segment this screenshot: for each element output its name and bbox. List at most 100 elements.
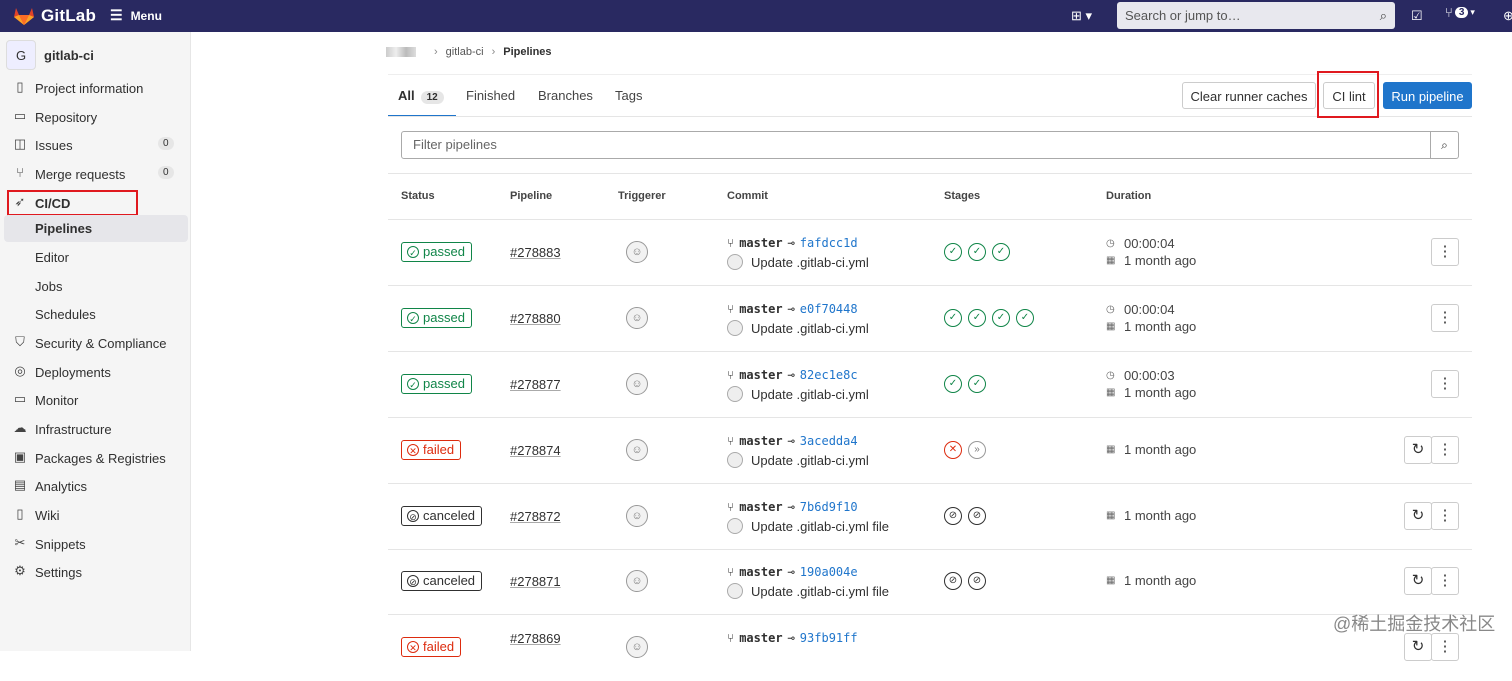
stage-success-icon[interactable]: ✓ [1016, 309, 1034, 327]
retry-button[interactable]: ↻ [1404, 502, 1432, 530]
branch-name[interactable]: master [739, 565, 782, 579]
branch-name[interactable]: master [739, 368, 782, 382]
sidebar-item-monitor[interactable]: ▭ Monitor [0, 386, 190, 414]
triggerer-avatar[interactable]: ☺ [626, 241, 648, 263]
sidebar-subitem-pipelines[interactable]: Pipelines [35, 221, 92, 236]
triggerer-avatar[interactable]: ☺ [626, 307, 648, 329]
commit-sha-link[interactable]: fafdcc1d [800, 236, 858, 250]
triggerer-avatar[interactable]: ☺ [626, 439, 648, 461]
more-actions-button[interactable]: ⋮ [1431, 502, 1459, 530]
commit-sha-link[interactable]: 3acedda4 [800, 434, 858, 448]
retry-button[interactable]: ↻ [1404, 567, 1432, 595]
stage-success-icon[interactable]: ✓ [992, 243, 1010, 261]
more-actions-button[interactable]: ⋮ [1431, 238, 1459, 266]
stage-canceled-icon[interactable]: ⊘ [968, 572, 986, 590]
retry-button[interactable]: ↻ [1404, 633, 1432, 661]
pipeline-id-link[interactable]: #278880 [510, 311, 561, 326]
commit-sha-link[interactable]: 93fb91ff [800, 631, 858, 645]
help-icon[interactable]: ⊕ [1503, 8, 1512, 24]
sidebar-item-security[interactable]: ⛉ Security & Compliance [0, 329, 190, 357]
stage-success-icon[interactable]: ✓ [992, 309, 1010, 327]
branch-name[interactable]: master [739, 236, 782, 250]
sidebar-item-merge-requests[interactable]: ⑂ Merge requests 0 [0, 160, 190, 188]
pipeline-id-link[interactable]: #278883 [510, 245, 561, 260]
retry-button[interactable]: ↻ [1404, 436, 1432, 464]
sidebar-subitem-schedules[interactable]: Schedules [35, 307, 96, 322]
stage-canceled-icon[interactable]: ⊘ [968, 507, 986, 525]
sidebar-item-deployments[interactable]: ◎ Deployments [0, 358, 190, 386]
status-badge[interactable]: ✓ passed [401, 374, 472, 394]
sidebar-item-wiki[interactable]: ▯ Wiki [0, 501, 190, 529]
stage-success-icon[interactable]: ✓ [944, 309, 962, 327]
merge-requests-menu[interactable]: ⑂ 3 ▾ [1445, 5, 1475, 20]
clear-runner-caches-button[interactable]: Clear runner caches [1182, 82, 1316, 109]
commit-title-link[interactable]: Update .gitlab-ci.yml [751, 387, 869, 402]
commit-sha-link[interactable]: 82ec1e8c [800, 368, 858, 382]
breadcrumb-current[interactable]: Pipelines [503, 46, 551, 58]
new-item-icon[interactable]: ⊞ ▾ [1071, 8, 1092, 24]
sidebar-item-analytics[interactable]: ▤ Analytics [0, 472, 190, 500]
commit-sha-link[interactable]: 190a004e [800, 565, 858, 579]
status-badge[interactable]: ✕ failed [401, 637, 462, 657]
todo-icon[interactable]: ☑ [1411, 8, 1423, 24]
branch-name[interactable]: master [739, 302, 782, 316]
commit-title-link[interactable]: Update .gitlab-ci.yml file [751, 519, 889, 534]
stage-success-icon[interactable]: ✓ [968, 309, 986, 327]
sidebar-subitem-jobs[interactable]: Jobs [35, 279, 62, 294]
status-badge[interactable]: ✕ failed [401, 440, 462, 460]
commit-title-link[interactable]: Update .gitlab-ci.yml [751, 453, 869, 468]
tab-branches[interactable]: Branches [538, 88, 593, 103]
sidebar-item-infrastructure[interactable]: ☁ Infrastructure [0, 415, 190, 443]
run-pipeline-button[interactable]: Run pipeline [1383, 82, 1472, 109]
sidebar-item-repository[interactable]: ▭ Repository [0, 103, 190, 131]
commit-title-link[interactable]: Update .gitlab-ci.yml file [751, 584, 889, 599]
filter-pipelines-input[interactable]: Filter pipelines [401, 131, 1431, 159]
branch-name[interactable]: master [739, 631, 782, 645]
commit-sha-link[interactable]: 7b6d9f10 [800, 500, 858, 514]
triggerer-avatar[interactable]: ☺ [626, 636, 648, 658]
pipeline-id-link[interactable]: #278872 [510, 509, 561, 524]
menu-button[interactable]: ☰ Menu [110, 7, 162, 24]
pipeline-id-link[interactable]: #278869 [510, 631, 561, 646]
stage-canceled-icon[interactable]: ⊘ [944, 572, 962, 590]
stage-success-icon[interactable]: ✓ [944, 243, 962, 261]
gitlab-logo[interactable]: GitLab [13, 6, 96, 26]
stage-failed-icon[interactable]: ✕ [944, 441, 962, 459]
stage-skipped-icon[interactable]: » [968, 441, 986, 459]
sidebar-item-settings[interactable]: ⚙ Settings [0, 558, 190, 586]
more-actions-button[interactable]: ⋮ [1431, 370, 1459, 398]
branch-name[interactable]: master [739, 434, 782, 448]
stage-success-icon[interactable]: ✓ [968, 243, 986, 261]
search-input[interactable]: Search or jump to… ⌕ [1117, 2, 1395, 29]
commit-title-link[interactable]: Update .gitlab-ci.yml [751, 321, 869, 336]
filter-search-button[interactable]: ⌕ [1430, 131, 1459, 159]
triggerer-avatar[interactable]: ☺ [626, 505, 648, 527]
sidebar-item-project-information[interactable]: ▯ Project information [0, 74, 190, 102]
more-actions-button[interactable]: ⋮ [1431, 633, 1459, 661]
more-actions-button[interactable]: ⋮ [1431, 304, 1459, 332]
triggerer-avatar[interactable]: ☺ [626, 570, 648, 592]
project-header[interactable]: G gitlab-ci [6, 40, 94, 70]
pipeline-id-link[interactable]: #278871 [510, 574, 561, 589]
sidebar-subitem-editor[interactable]: Editor [35, 250, 69, 265]
sidebar-item-issues[interactable]: ◫ Issues 0 [0, 131, 190, 159]
tab-finished[interactable]: Finished [466, 88, 515, 103]
more-actions-button[interactable]: ⋮ [1431, 436, 1459, 464]
tab-all[interactable]: All 12 [398, 88, 444, 104]
tab-tags[interactable]: Tags [615, 88, 642, 103]
stage-canceled-icon[interactable]: ⊘ [944, 507, 962, 525]
pipeline-id-link[interactable]: #278874 [510, 443, 561, 458]
sidebar-item-packages[interactable]: ▣ Packages & Registries [0, 444, 190, 472]
stage-success-icon[interactable]: ✓ [944, 375, 962, 393]
sidebar-item-snippets[interactable]: ✂ Snippets [0, 530, 190, 558]
status-badge[interactable]: ⊘ canceled [401, 506, 483, 526]
commit-sha-link[interactable]: e0f70448 [800, 302, 858, 316]
branch-name[interactable]: master [739, 500, 782, 514]
status-badge[interactable]: ⊘ canceled [401, 571, 483, 591]
status-badge[interactable]: ✓ passed [401, 242, 472, 262]
pipeline-id-link[interactable]: #278877 [510, 377, 561, 392]
stage-success-icon[interactable]: ✓ [968, 375, 986, 393]
breadcrumb-project[interactable]: gitlab-ci [446, 46, 484, 58]
status-badge[interactable]: ✓ passed [401, 308, 472, 328]
more-actions-button[interactable]: ⋮ [1431, 567, 1459, 595]
